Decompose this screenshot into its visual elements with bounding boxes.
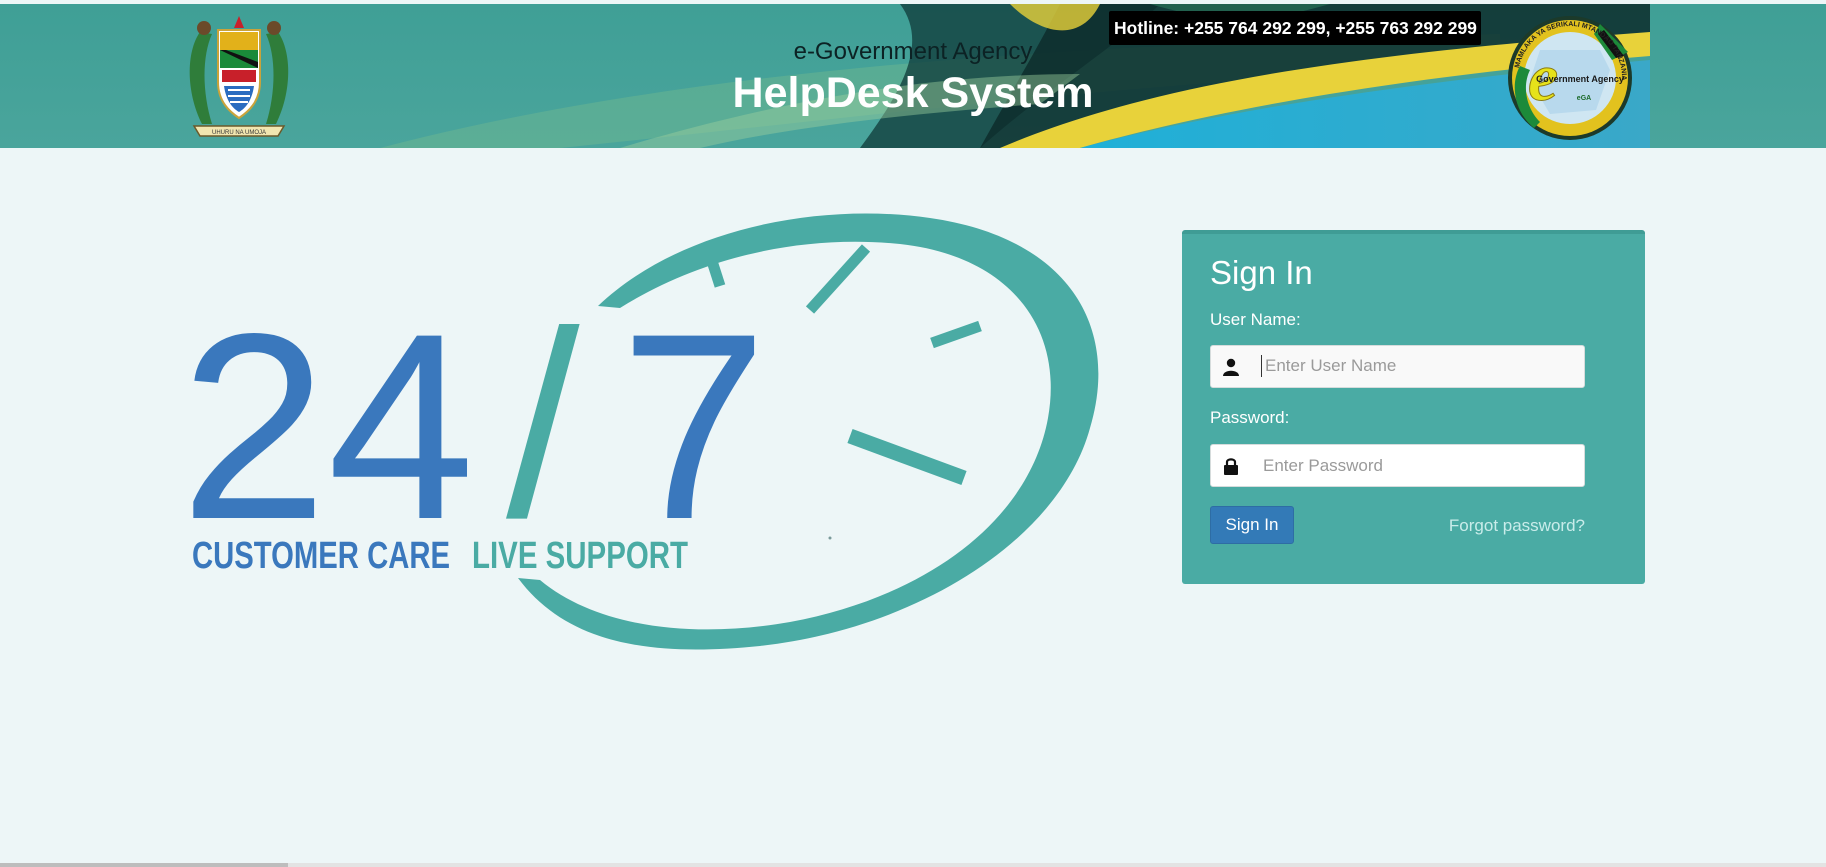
system-title: HelpDesk System [732, 69, 1094, 117]
username-input[interactable] [1261, 355, 1579, 377]
user-icon [1211, 346, 1251, 387]
hotline-banner: Hotline: +255 764 292 299, +255 763 292 … [1109, 11, 1481, 45]
agency-name: e-Government Agency [793, 38, 1033, 65]
hero-number-24: 24 [180, 279, 475, 575]
hero-number-7: 7 [620, 279, 767, 575]
hero-24-7-illustration: 24 / 7 CUSTOMER CARE LIVE SUPPORT [180, 213, 1099, 650]
password-label: Password: [1210, 408, 1290, 427]
username-input-group [1210, 345, 1585, 388]
password-input-group [1210, 444, 1585, 487]
username-label: User Name: [1210, 310, 1301, 329]
page-header: UHURU NA UMOJA e-Government Agency HelpD… [0, 4, 1826, 148]
horizontal-scrollbar-thumb[interactable] [0, 863, 288, 867]
tagline-live-support: LIVE SUPPORT [472, 535, 688, 577]
lock-icon [1211, 445, 1251, 486]
tagline-customer-care: CUSTOMER CARE [192, 535, 450, 577]
password-input[interactable] [1263, 445, 1581, 486]
signin-title: Sign In [1210, 254, 1313, 291]
clock-ring [518, 213, 1099, 650]
clock-hand [847, 428, 967, 486]
forgot-password-link[interactable]: Forgot password? [1444, 516, 1585, 536]
hero-slash: / [506, 277, 581, 573]
signin-button[interactable]: Sign In [1210, 506, 1294, 544]
ega-logo-center-text: Government Agency [1536, 74, 1624, 84]
coat-of-arms-icon: UHURU NA UMOJA [189, 16, 289, 137]
horizontal-scrollbar[interactable] [0, 863, 1826, 867]
signin-panel: Sign In User Name: Password: Sign In For… [1182, 230, 1645, 584]
ega-logo-abbr: eGA [1577, 95, 1591, 102]
clock-tick [930, 320, 982, 349]
coat-of-arms-motto: UHURU NA UMOJA [212, 130, 266, 136]
ega-logo-icon: MAMLAKA YA SERIKALI MTANDAO TANZANIA e G… [1508, 16, 1632, 140]
clock-tick [805, 244, 871, 314]
